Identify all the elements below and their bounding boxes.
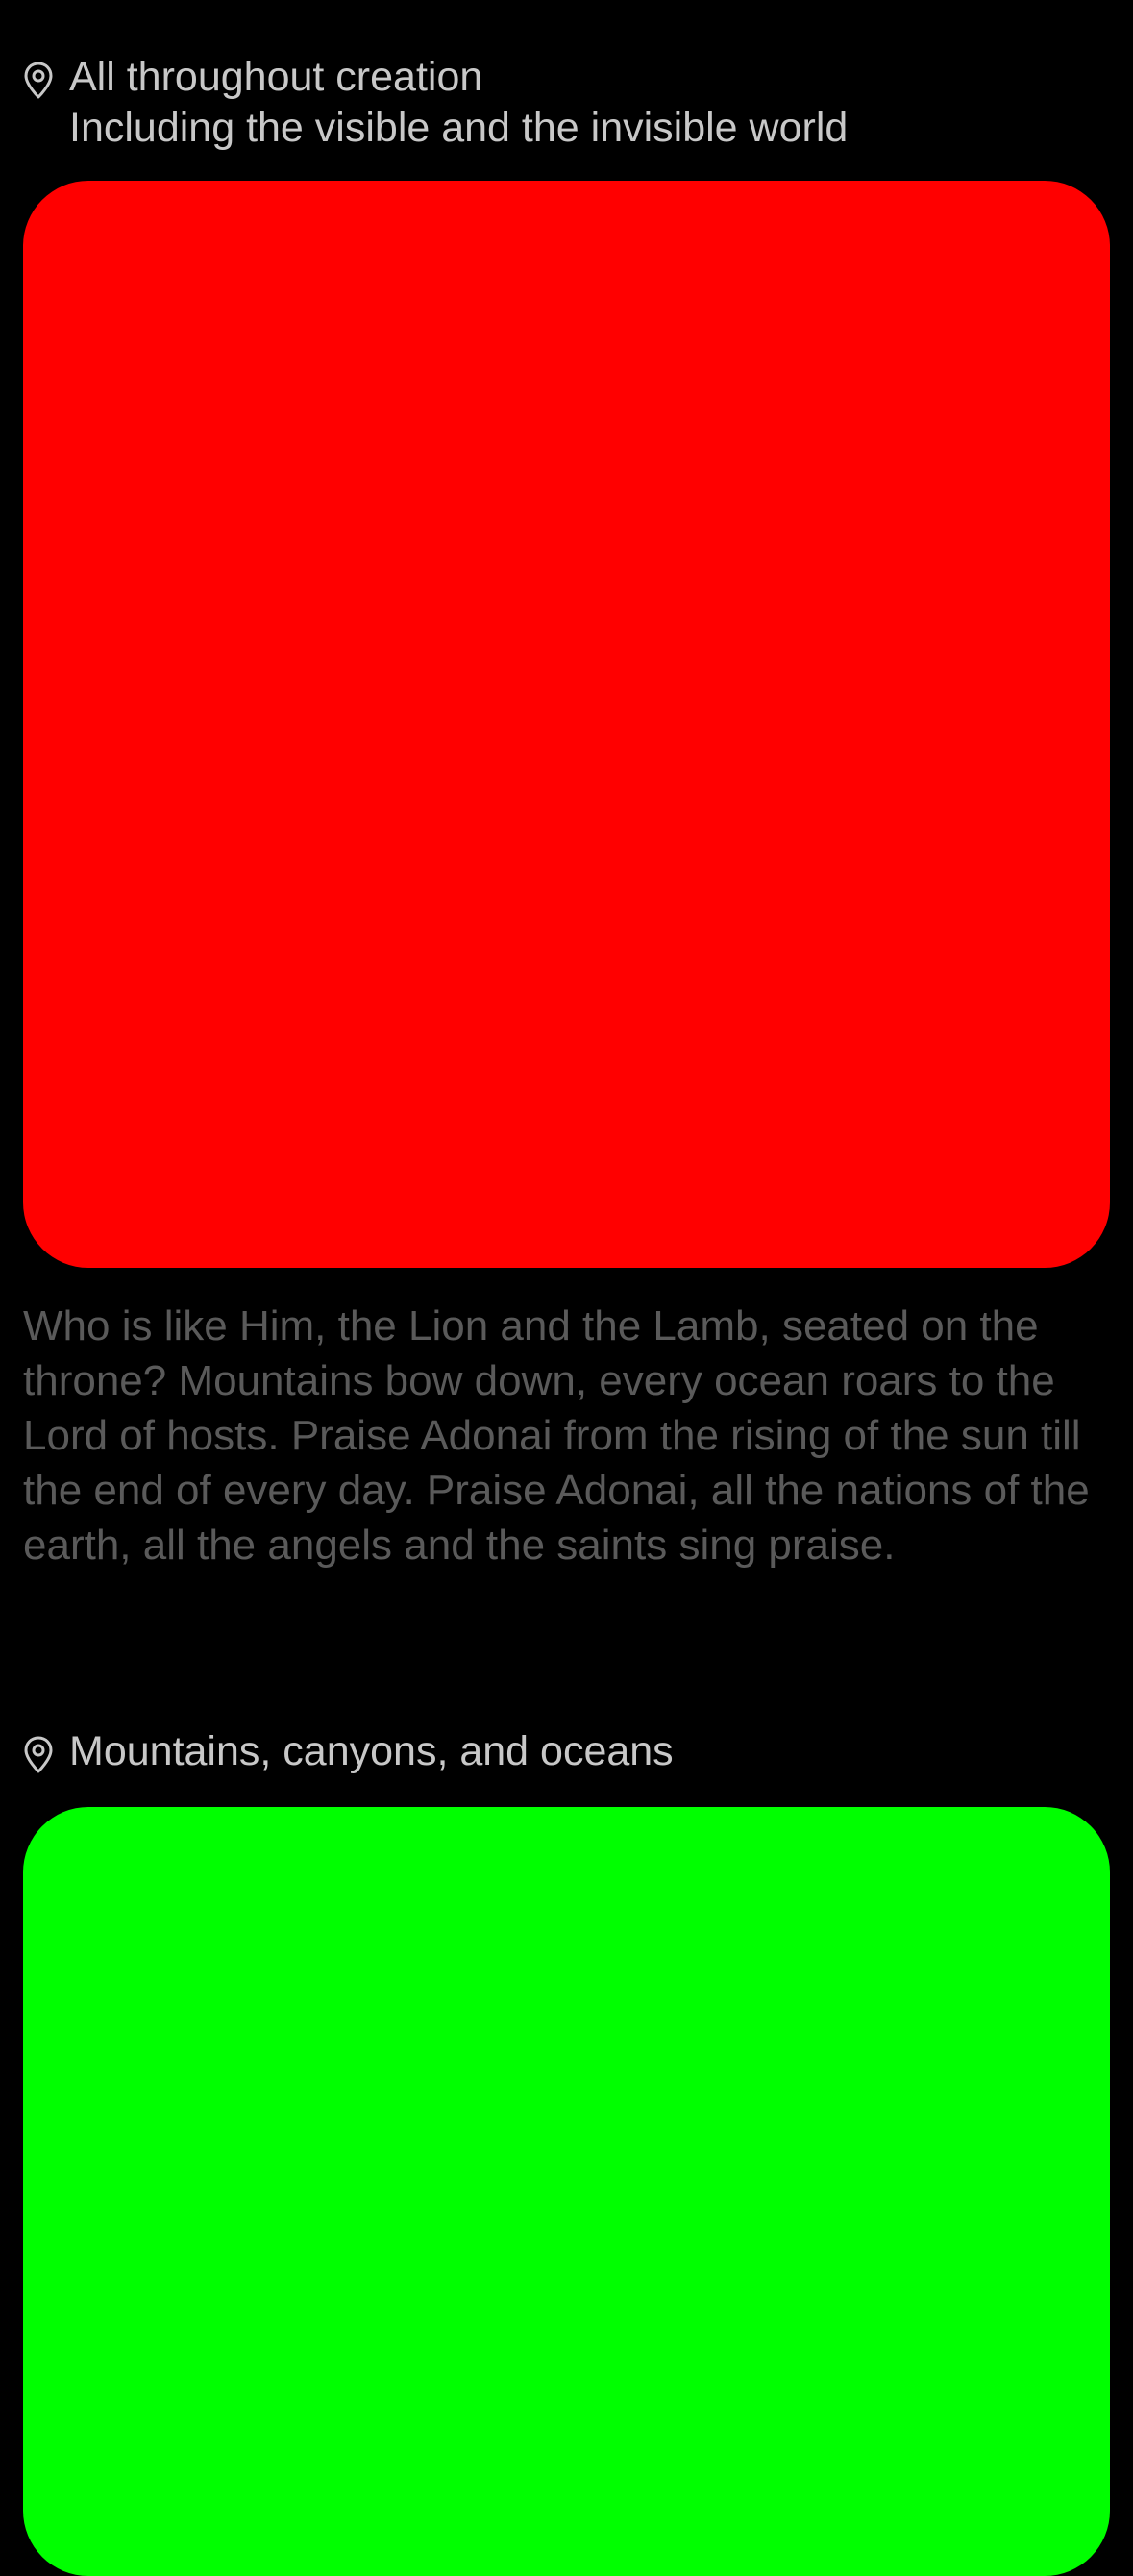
post-image[interactable]: [23, 181, 1110, 1268]
location-title: Mountains, canyons, and oceans: [69, 1728, 674, 1774]
post-caption: Who is like Him, the Lion and the Lamb, …: [23, 1302, 1090, 1569]
location-text: Mountains, canyons, and oceans: [69, 1726, 674, 1777]
map-pin-icon: [23, 62, 54, 100]
location-subtitle: Including the visible and the invisible …: [69, 105, 849, 151]
map-pin-icon: [23, 1736, 54, 1774]
post-location[interactable]: All throughout creation Including the vi…: [23, 52, 848, 154]
location-title: All throughout creation: [69, 54, 483, 100]
post-image[interactable]: [23, 1807, 1110, 2576]
location-text: All throughout creation Including the vi…: [69, 52, 848, 154]
post-location[interactable]: Mountains, canyons, and oceans: [23, 1726, 674, 1777]
